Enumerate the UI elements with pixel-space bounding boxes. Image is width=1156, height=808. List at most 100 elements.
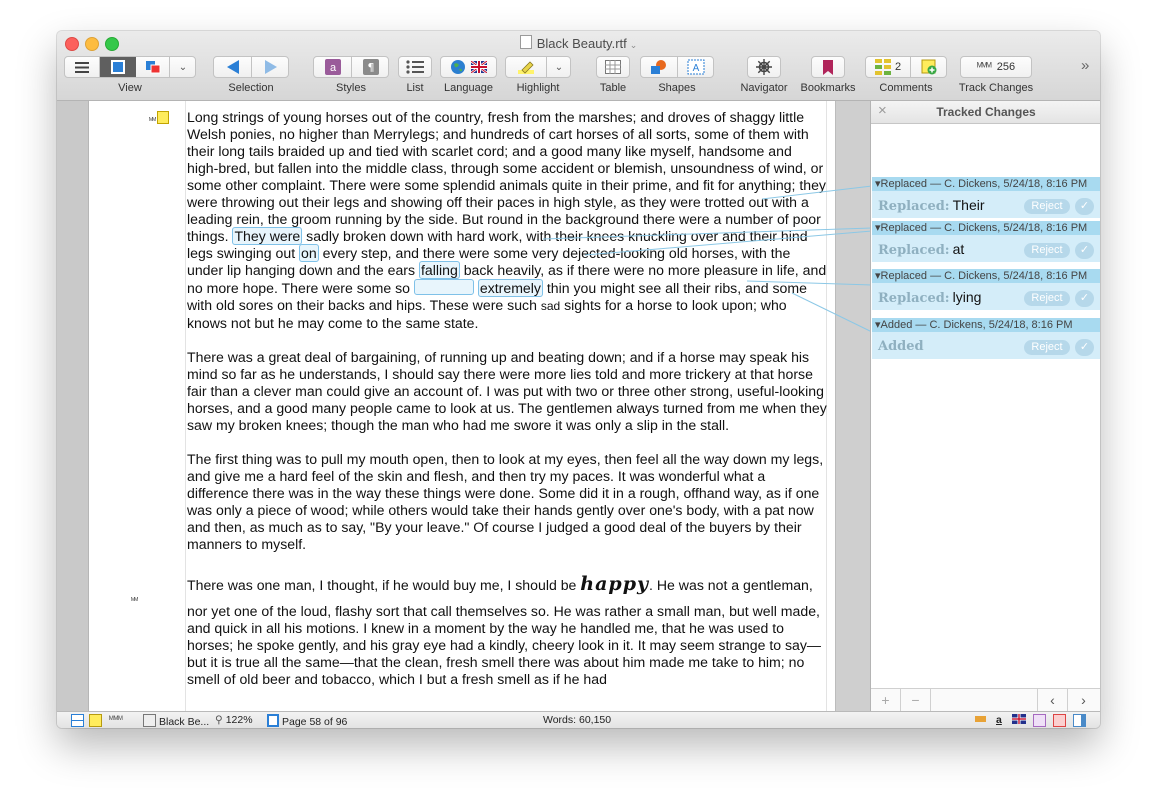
toolbar: Black Beauty.rtf ⌄ ⌄ View Selection a ¶ …	[57, 31, 1100, 101]
tracked-change-item[interactable]: ▾Replaced — C. Dickens, 5/24/18, 8:16 PM…	[872, 221, 1100, 262]
comments-count: 2	[894, 61, 902, 73]
minus-icon[interactable]: −	[901, 689, 931, 711]
paragraph: The first thing was to pull my mouth ope…	[187, 451, 824, 552]
shapes-icon[interactable]	[1053, 714, 1069, 728]
two-page-view-button[interactable]	[137, 57, 170, 77]
accept-checkmark-icon[interactable]: ✓	[1075, 290, 1094, 307]
styled-word: happy	[580, 573, 650, 595]
accept-checkmark-icon[interactable]: ✓	[1075, 339, 1094, 356]
change-header[interactable]: ▾Replaced — C. Dickens, 5/24/18, 8:16 PM	[872, 221, 1100, 235]
svg-text:A: A	[693, 63, 700, 74]
reject-button[interactable]: Reject	[1024, 243, 1070, 258]
paragraph: There was one man, I thought, if he woul…	[187, 573, 813, 595]
highlighter-icon	[518, 61, 534, 74]
change-label: Replaced: Their	[878, 197, 985, 214]
magnifier-icon: ⚲	[215, 714, 223, 726]
uk-flag-icon[interactable]	[1012, 714, 1026, 727]
tracked-change-mark[interactable]: falling	[418, 261, 460, 279]
plus-icon[interactable]: +	[871, 689, 901, 711]
highlight-button[interactable]	[506, 57, 547, 77]
toolbar-overflow-chevron-icon[interactable]: »	[1081, 57, 1089, 74]
reject-button[interactable]: Reject	[1024, 340, 1070, 355]
page-indicator[interactable]: Page 58 of 96	[267, 714, 347, 728]
tracked-change-item[interactable]: ▾Added — C. Dickens, 5/24/18, 8:16 PM Ad…	[872, 318, 1100, 359]
accept-checkmark-icon[interactable]: ✓	[1075, 198, 1094, 215]
change-text: lying	[952, 289, 982, 305]
ship-wheel-icon	[756, 59, 772, 75]
list-label: List	[406, 82, 424, 94]
tracked-change-mark[interactable]: on	[299, 244, 319, 262]
panel-header: × Tracked Changes	[871, 101, 1100, 124]
add-comment-button[interactable]	[911, 57, 947, 77]
next-selection-button[interactable]	[252, 57, 289, 77]
page-view-button[interactable]	[100, 57, 136, 77]
change-body: Replaced: Their Reject ✓	[872, 191, 1100, 218]
change-header[interactable]: ▾Added — C. Dickens, 5/24/18, 8:16 PM	[872, 318, 1100, 332]
word-count[interactable]: Words: 60,150	[543, 714, 611, 726]
track-changes-button[interactable]: ᴹᴹᴹ 256	[960, 56, 1032, 78]
change-text: at	[952, 241, 965, 257]
chevron-down-icon[interactable]: ⌄	[547, 57, 571, 77]
change-header[interactable]: ▾Replaced — C. Dickens, 5/24/18, 8:16 PM	[872, 177, 1100, 191]
tracked-change-mark[interactable]: extremely	[477, 279, 543, 297]
track-changes-count: 256	[996, 61, 1016, 73]
navigator-button[interactable]	[747, 56, 781, 78]
comments-label: Comments	[879, 82, 933, 94]
window-title[interactable]: Black Beauty.rtf ⌄	[57, 35, 1100, 51]
tracked-change-insertion-mark[interactable]	[413, 279, 474, 295]
comment-note-icon[interactable]	[89, 714, 105, 728]
accept-checkmark-icon[interactable]: ✓	[1075, 242, 1094, 259]
evolution-icon[interactable]: ᴹᴹᴹ	[109, 714, 123, 724]
text-box-icon: A	[687, 59, 705, 75]
language-button[interactable]	[440, 56, 497, 78]
shapes-button[interactable]	[641, 57, 678, 77]
zoom-control[interactable]: ⚲ 122%	[215, 714, 253, 726]
arrow-left-icon	[226, 60, 239, 74]
reject-button[interactable]: Reject	[1024, 199, 1070, 214]
multipage-icon	[146, 61, 161, 74]
panel-title: Tracked Changes	[936, 105, 1036, 119]
document-area: ᴹᴹ ᴹᴹ Long strings of young horses out o…	[57, 101, 870, 711]
navigator-label: Navigator	[740, 82, 788, 94]
chevron-down-icon[interactable]: ⌄	[170, 57, 196, 77]
track-change-marker-icon[interactable]: ᴹᴹ	[131, 590, 138, 608]
sidebar-icon[interactable]	[1073, 714, 1089, 728]
chevron-right-icon[interactable]: ›	[1069, 689, 1098, 711]
invisibles-icon[interactable]	[1033, 714, 1049, 728]
sidebar-toggle-button[interactable]	[65, 57, 100, 77]
selection-control	[213, 56, 289, 78]
tracked-change-item[interactable]: ▾Replaced — C. Dickens, 5/24/18, 8:16 PM…	[872, 269, 1100, 310]
layout-toggle-icon[interactable]	[71, 714, 87, 728]
previous-selection-button[interactable]	[214, 57, 252, 77]
document-page[interactable]: ᴹᴹ ᴹᴹ Long strings of young horses out o…	[89, 101, 836, 711]
app-window: Black Beauty.rtf ⌄ ⌄ View Selection a ¶ …	[57, 31, 1100, 728]
page-icon	[267, 714, 279, 727]
list-button[interactable]	[398, 56, 432, 78]
track-change-marker-icon[interactable]: ᴹᴹ	[149, 116, 156, 125]
change-body: Added Reject ✓	[872, 332, 1100, 359]
comment-note-icon[interactable]	[157, 111, 170, 124]
bookmarks-button[interactable]	[811, 56, 845, 78]
evolution-icon: ᴹᴹᴹ	[976, 61, 992, 73]
table-button[interactable]	[596, 56, 630, 78]
bookmarks-label: Bookmarks	[800, 82, 856, 94]
change-label: Replaced: at	[878, 241, 965, 258]
svg-text:a: a	[329, 62, 336, 74]
document-name[interactable]: Black Be...	[143, 714, 209, 728]
highlight-control: ⌄	[505, 56, 571, 78]
change-header[interactable]: ▾Replaced — C. Dickens, 5/24/18, 8:16 PM	[872, 269, 1100, 283]
ruler-icon[interactable]	[975, 714, 989, 726]
paragraph-style-icon: ¶	[362, 59, 379, 75]
paragraph-styles-button[interactable]: ¶	[352, 57, 389, 77]
margin-guide	[185, 101, 186, 711]
tracked-change-mark[interactable]: They were	[232, 227, 303, 245]
tracked-change-item[interactable]: ▾Replaced — C. Dickens, 5/24/18, 8:16 PM…	[872, 177, 1100, 218]
reject-button[interactable]: Reject	[1024, 291, 1070, 306]
text-box-button[interactable]: A	[678, 57, 714, 77]
document-text[interactable]: Long strings of young horses out of the …	[187, 109, 827, 705]
character-styles-button[interactable]: a	[314, 57, 352, 77]
chevron-left-icon[interactable]: ‹	[1037, 689, 1068, 711]
character-style-icon[interactable]: a	[996, 714, 1002, 726]
view-label: View	[118, 82, 142, 94]
comments-button[interactable]: 2	[866, 57, 911, 77]
